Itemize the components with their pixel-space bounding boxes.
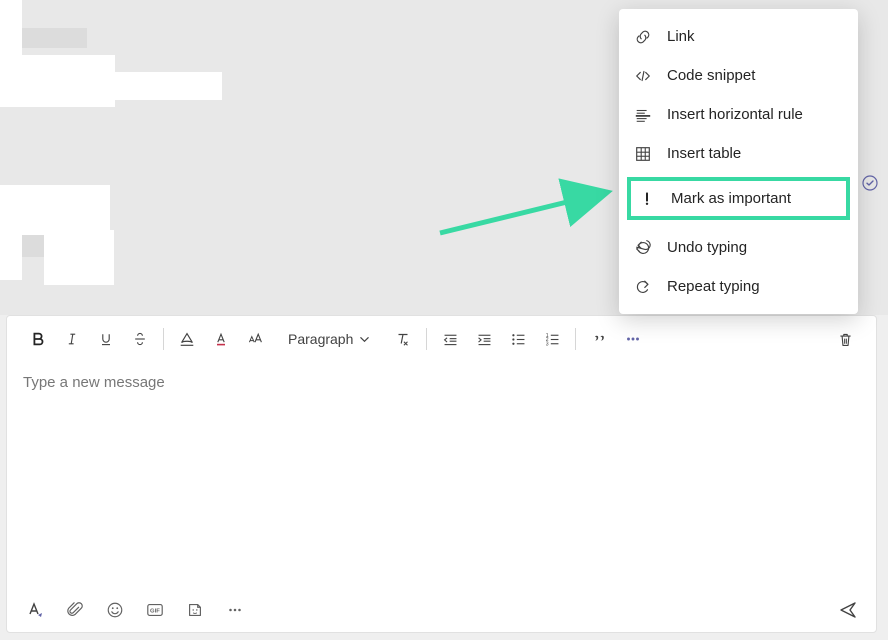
menu-item-code-snippet[interactable]: Code snippet (619, 56, 858, 95)
clear-formatting-button[interactable] (386, 323, 420, 355)
chevron-down-icon (359, 334, 370, 345)
menu-item-label: Repeat typing (667, 278, 760, 295)
menu-item-label: Insert horizontal rule (667, 106, 803, 123)
bulleted-list-button[interactable] (501, 323, 535, 355)
menu-item-mark-important[interactable]: Mark as important (627, 177, 850, 220)
menu-item-insert-table[interactable]: Insert table (619, 134, 858, 173)
link-icon (633, 27, 653, 47)
bg-patch (22, 235, 44, 257)
more-actions-button[interactable] (221, 596, 249, 624)
app-canvas: Link Code snippet Insert (0, 0, 888, 640)
menu-item-label: Insert table (667, 145, 741, 162)
format-context-menu: Link Code snippet Insert (619, 9, 858, 314)
italic-button[interactable] (55, 323, 89, 355)
delete-button[interactable] (828, 323, 862, 355)
menu-item-label: Mark as important (671, 190, 791, 207)
bg-patch (44, 230, 114, 285)
menu-item-horizontal-rule[interactable]: Insert horizontal rule (619, 95, 858, 134)
sent-check-icon (862, 175, 878, 191)
emoji-button[interactable] (101, 596, 129, 624)
outdent-button[interactable] (433, 323, 467, 355)
editor-placeholder: Type a new message (23, 374, 165, 391)
strikethrough-button[interactable] (123, 323, 157, 355)
compose-bottom-bar: GIF (7, 588, 876, 632)
sticker-button[interactable] (181, 596, 209, 624)
indent-button[interactable] (467, 323, 501, 355)
font-size-button[interactable] (238, 323, 272, 355)
menu-item-label: Link (667, 28, 695, 45)
svg-text:3: 3 (546, 341, 549, 347)
toolbar-separator (163, 328, 164, 350)
redo-icon (633, 277, 653, 297)
gif-button[interactable]: GIF (141, 596, 169, 624)
important-icon (637, 189, 657, 209)
numbered-list-button[interactable]: 123 (535, 323, 569, 355)
bg-patch (22, 28, 87, 48)
bg-patch (0, 0, 22, 55)
code-icon (633, 66, 653, 86)
compose-box: Paragraph 123 (6, 315, 877, 633)
bg-patch (0, 210, 22, 280)
format-toggle-button[interactable] (21, 596, 49, 624)
underline-button[interactable] (89, 323, 123, 355)
menu-item-redo[interactable]: Repeat typing (619, 267, 858, 306)
font-color-button[interactable] (204, 323, 238, 355)
annotation-arrow (430, 178, 630, 248)
bold-button[interactable] (21, 323, 55, 355)
paragraph-label: Paragraph (288, 331, 353, 347)
menu-item-label: Undo typing (667, 239, 747, 256)
bg-patch (22, 72, 222, 100)
more-options-button[interactable] (616, 323, 650, 355)
svg-text:GIF: GIF (150, 609, 160, 615)
attach-button[interactable] (61, 596, 89, 624)
paragraph-dropdown[interactable]: Paragraph (280, 323, 378, 355)
toolbar-separator (426, 328, 427, 350)
menu-item-undo[interactable]: Undo typing (619, 228, 858, 267)
highlight-button[interactable] (170, 323, 204, 355)
menu-item-link[interactable]: Link (619, 17, 858, 56)
horizontal-rule-icon (633, 105, 653, 125)
format-toolbar: Paragraph 123 (7, 316, 876, 362)
menu-item-label: Code snippet (667, 67, 755, 84)
quote-button[interactable] (582, 323, 616, 355)
table-icon (633, 144, 653, 164)
send-button[interactable] (834, 596, 862, 624)
toolbar-separator (575, 328, 576, 350)
message-editor[interactable]: Type a new message (7, 362, 876, 588)
undo-icon (633, 238, 653, 258)
